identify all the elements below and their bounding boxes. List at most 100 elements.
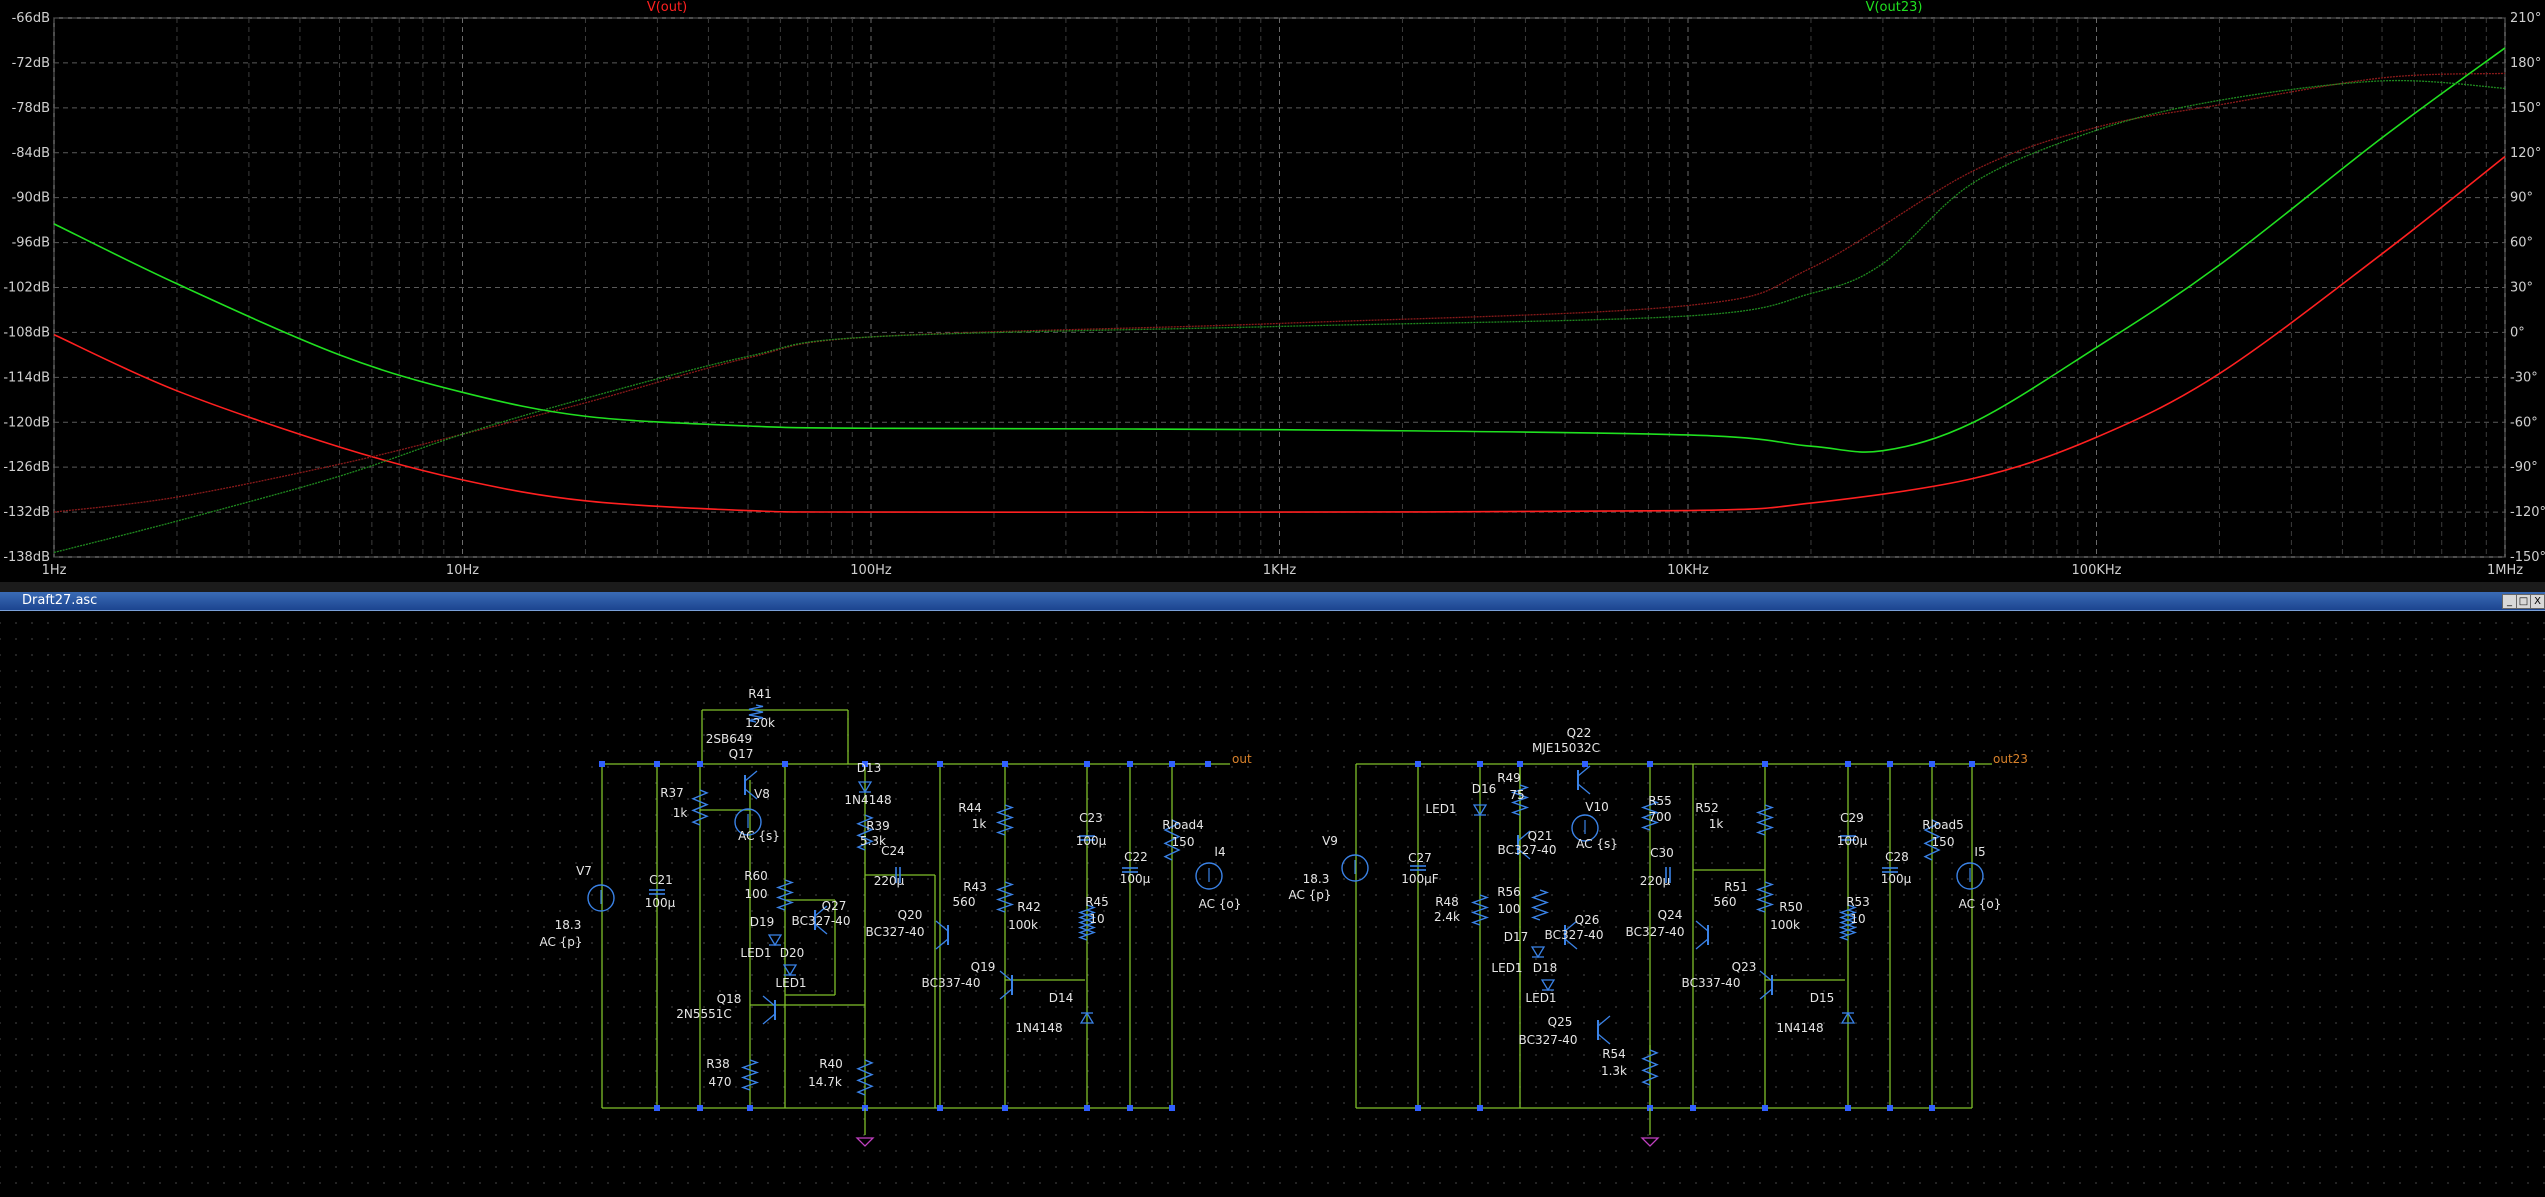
junction-dot xyxy=(1169,761,1175,767)
component-label: 700 xyxy=(1649,810,1672,824)
resistor-symbol xyxy=(1755,804,1775,836)
schematic-drawing[interactable]: R41 120k 2SB649Q17 D13 1N4148 R37 1k V8 AC {s} R3… xyxy=(0,611,2545,1197)
net-label: out23 xyxy=(1993,752,2028,766)
component-label: 2.4k xyxy=(1434,910,1460,924)
schematic-titlebar[interactable]: Draft27.asc _ □ X xyxy=(0,592,2545,611)
component-label: D16 xyxy=(1472,782,1497,796)
resistor-symbol xyxy=(1755,881,1775,913)
component-label: 18.3 xyxy=(1303,872,1330,886)
transistor-symbol xyxy=(1577,765,1591,777)
y-right-tick-label: 180° xyxy=(2510,56,2541,71)
waveform-plot-pane[interactable]: 1Hz 10Hz 100Hz 1KHz 10KHz 100KHz 1MHz -66dB 210°… xyxy=(0,0,2545,590)
junction-dot xyxy=(1415,1105,1421,1111)
ground-symbol xyxy=(1640,1137,1660,1147)
close-button[interactable]: X xyxy=(2530,594,2545,609)
component-label: MJE15032C xyxy=(1532,741,1600,755)
y-left-tick-label: -84dB xyxy=(12,146,50,161)
component-label: C27 xyxy=(1408,851,1432,865)
component-label: R48 xyxy=(1435,895,1459,909)
y-left-tick-label: -96dB xyxy=(12,236,50,251)
component-label: LED1 xyxy=(1491,961,1522,975)
component-label: Rload5 xyxy=(1922,818,1964,832)
component-label: Q27 xyxy=(822,899,847,913)
component-label: V8 xyxy=(754,787,770,801)
component-label: 1k xyxy=(673,806,688,820)
component-label: I4 xyxy=(1214,845,1225,859)
component-label: 100μ xyxy=(1120,872,1151,886)
resistor-symbol xyxy=(691,789,709,826)
component-label: 14.7k xyxy=(808,1075,842,1089)
component-label: D13 xyxy=(857,761,882,775)
component-label: 1k xyxy=(1709,817,1724,831)
component-label: LED1 xyxy=(1525,991,1556,1005)
component-label: D19 xyxy=(750,915,775,929)
component-label: AC {s} xyxy=(738,829,780,843)
junction-dot xyxy=(1127,761,1133,767)
component-label: D15 xyxy=(1810,991,1835,1005)
schematic-window[interactable]: Draft27.asc _ □ X R41 120k 2SB649 Q17 D13 1N4… xyxy=(0,592,2545,1197)
y-left-tick-label: -90dB xyxy=(12,191,50,206)
x-tick-label: 10KHz xyxy=(1667,563,1709,578)
component-label: 150 xyxy=(1172,835,1195,849)
pane-divider[interactable] xyxy=(0,582,2545,592)
junction-dot xyxy=(1762,1105,1768,1111)
component-label: Q18 xyxy=(717,992,742,1006)
component-label: BC327-40 xyxy=(1519,1033,1578,1047)
component-label: 1N4148 xyxy=(844,793,891,807)
junction-dot xyxy=(1929,1105,1935,1111)
transistor-symbol xyxy=(935,920,949,932)
junction-dot xyxy=(599,761,605,767)
junction-dot xyxy=(654,1105,660,1111)
junction-dot xyxy=(1845,1105,1851,1111)
transistor-symbol xyxy=(744,770,758,782)
component-label: 1k xyxy=(972,817,987,831)
component-label: C30 xyxy=(1650,846,1674,860)
resistor-symbol xyxy=(856,1059,874,1096)
restore-button[interactable]: □ xyxy=(2516,594,2531,609)
schematic-canvas[interactable]: R41 120k 2SB649 Q17 D13 1N4148 R37 1k V8 AC {s} R3… xyxy=(0,611,2545,1197)
diode-symbol xyxy=(767,934,783,947)
component-label: R37 xyxy=(660,786,684,800)
component-label: Q19 xyxy=(971,960,996,974)
junction-dot xyxy=(1929,761,1935,767)
component-label: AC {p} xyxy=(1288,888,1331,902)
y-left-tick-label: -72dB xyxy=(12,56,50,71)
component-label: Q24 xyxy=(1658,908,1683,922)
component-label: 1.3k xyxy=(1601,1064,1627,1078)
component-label: LED1 xyxy=(1425,802,1456,816)
component-label: BC337-40 xyxy=(1682,976,1741,990)
junction-dot xyxy=(1517,761,1523,767)
component-label: 100k xyxy=(1770,918,1800,932)
junction-dot xyxy=(1477,1105,1483,1111)
junction-dot xyxy=(1002,761,1008,767)
waveform-plot[interactable]: 1Hz 10Hz 100Hz 1KHz 10KHz 100KHz 1MHz -66dB 210°… xyxy=(0,0,2545,585)
diode-symbol xyxy=(1540,979,1556,992)
component-label: LED1 xyxy=(740,946,771,960)
resistor-symbol xyxy=(995,881,1015,913)
component-label: 150 xyxy=(1932,835,1955,849)
component-label: 1N4148 xyxy=(1776,1021,1823,1035)
transistor-symbol xyxy=(1759,988,1773,1000)
junction-dot xyxy=(1477,761,1483,767)
minimize-button[interactable]: _ xyxy=(2502,594,2517,609)
transistor-symbol xyxy=(935,938,949,950)
component-label: BC337-40 xyxy=(922,976,981,990)
component-label: 470 xyxy=(709,1075,732,1089)
y-left-tick-label: -66dB xyxy=(12,11,50,26)
y-left-tick-label: -78dB xyxy=(12,101,50,116)
ground-symbol xyxy=(855,1137,875,1147)
y-right-tick-label: -90° xyxy=(2510,460,2538,475)
component-label: R38 xyxy=(706,1057,730,1071)
component-label: D17 xyxy=(1504,930,1529,944)
component-label: BC327-40 xyxy=(1545,928,1604,942)
resistor-symbol xyxy=(995,804,1015,836)
transistor-symbol xyxy=(999,988,1013,1000)
component-label: AC {p} xyxy=(539,935,582,949)
y-right-tick-label: 120° xyxy=(2510,146,2541,161)
component-label: R53 xyxy=(1846,895,1870,909)
component-label: Q21 xyxy=(1528,829,1553,843)
component-label: 100 xyxy=(745,887,768,901)
transistor-symbol xyxy=(762,1013,776,1025)
junction-dot xyxy=(1169,1105,1175,1111)
y-left-tick-label: -138dB xyxy=(3,550,50,565)
